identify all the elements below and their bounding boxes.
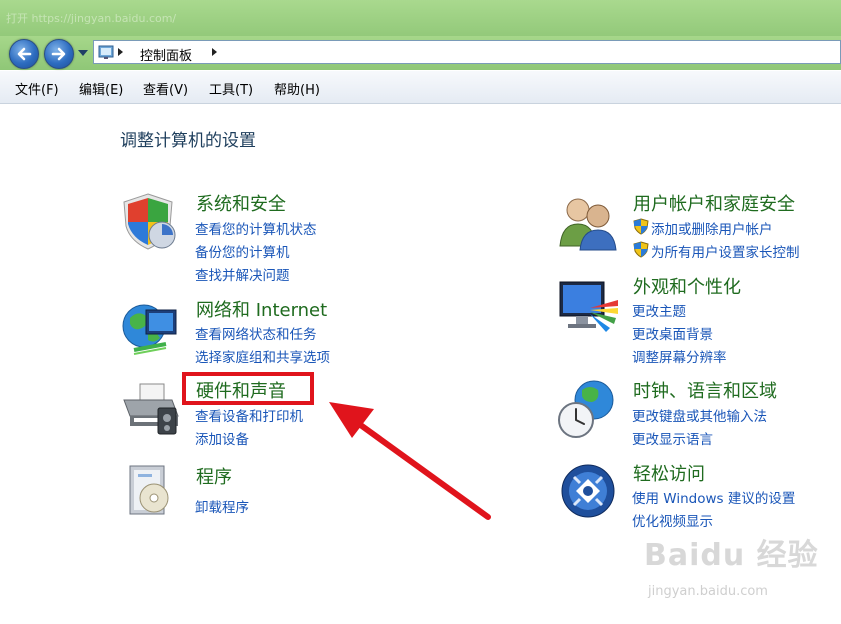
baidu-watermark: Baidu 经验 (644, 538, 819, 573)
baidu-watermark-url: jingyan.baidu.com (648, 584, 768, 599)
